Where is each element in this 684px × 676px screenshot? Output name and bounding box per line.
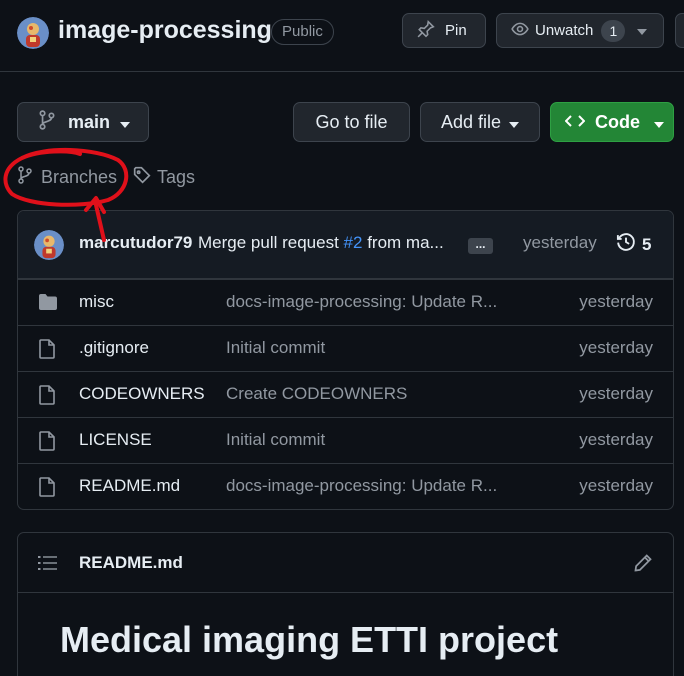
latest-commit-bar: marcutudor79 Merge pull request #2 from … — [18, 211, 673, 279]
readme-header: README.md — [18, 533, 673, 593]
commit-message-prefix: Merge pull request — [198, 233, 339, 252]
readme-title[interactable]: README.md — [79, 553, 183, 573]
unwatch-label: Unwatch — [535, 22, 594, 39]
file-icon — [38, 431, 56, 456]
commit-message-suffix: from ma... — [367, 233, 444, 252]
file-commit-message[interactable]: Create CODEOWNERS — [226, 384, 407, 404]
eye-icon — [511, 20, 529, 42]
file-name[interactable]: .gitignore — [79, 338, 149, 358]
watch-count: 1 — [601, 19, 626, 42]
file-icon — [38, 385, 56, 410]
tags-label: Tags — [157, 166, 196, 187]
branches-label: Branches — [41, 166, 118, 187]
file-commit-message[interactable]: docs-image-processing: Update R... — [226, 476, 497, 496]
file-icon — [38, 477, 56, 502]
author-avatar[interactable] — [34, 230, 64, 260]
folder-icon — [38, 293, 58, 316]
file-list: marcutudor79 Merge pull request #2 from … — [17, 210, 674, 510]
git-branch-icon — [38, 109, 56, 135]
tags-link[interactable]: Tags — [133, 164, 195, 190]
pull-request-link[interactable]: #2 — [344, 233, 363, 252]
file-name[interactable]: CODEOWNERS — [79, 384, 205, 404]
file-row-codeowners[interactable]: CODEOWNERS Create CODEOWNERS yesterday — [18, 371, 673, 417]
add-file-label: Add file — [440, 111, 502, 132]
code-label: Code — [595, 111, 640, 132]
file-commit-message[interactable]: Initial commit — [226, 430, 325, 450]
chevron-down-icon — [509, 112, 520, 133]
add-file-button[interactable]: Add file — [420, 102, 540, 142]
readme-panel: README.md Medical imaging ETTI project — [17, 532, 674, 676]
commit-message[interactable]: Merge pull request #2 from ma... — [198, 233, 444, 253]
code-icon — [564, 112, 586, 133]
file-icon — [38, 339, 56, 364]
commit-history-link[interactable]: 5 — [616, 232, 651, 257]
branch-selector-button[interactable]: main — [17, 102, 149, 142]
unwatch-button[interactable]: Unwatch 1 — [496, 13, 664, 48]
file-name[interactable]: LICENSE — [79, 430, 152, 450]
file-commit-time: yesterday — [579, 430, 653, 449]
file-name[interactable]: misc — [79, 292, 114, 312]
readme-heading: Medical imaging ETTI project — [60, 619, 559, 660]
repo-header: image-processing Public Pin Unwatch 1 — [0, 0, 684, 72]
file-commit-time: yesterday — [579, 384, 653, 403]
repo-name-link[interactable]: image-processing — [58, 16, 272, 45]
tag-icon — [133, 166, 151, 189]
star-button[interactable] — [675, 13, 684, 48]
file-commit-time: yesterday — [579, 338, 653, 357]
commit-count: 5 — [642, 234, 652, 254]
pencil-icon[interactable] — [633, 553, 653, 578]
file-name[interactable]: README.md — [79, 476, 180, 496]
pin-icon — [417, 19, 435, 42]
pin-label: Pin — [445, 22, 467, 39]
file-row-misc[interactable]: misc docs-image-processing: Update R... … — [18, 279, 673, 325]
branch-name: main — [68, 111, 111, 132]
chevron-down-icon — [654, 112, 664, 133]
file-row-readme[interactable]: README.md docs-image-processing: Update … — [18, 463, 673, 509]
file-commit-time: yesterday — [579, 292, 653, 311]
visibility-badge: Public — [271, 19, 334, 45]
file-commit-message[interactable]: Initial commit — [226, 338, 325, 358]
file-row-license[interactable]: LICENSE Initial commit yesterday — [18, 417, 673, 463]
repo-page: image-processing Public Pin Unwatch 1 ma… — [0, 0, 684, 676]
file-row-gitignore[interactable]: .gitignore Initial commit yesterday — [18, 325, 673, 371]
git-branch-icon — [17, 165, 33, 190]
file-commit-time: yesterday — [579, 476, 653, 495]
file-commit-message[interactable]: docs-image-processing: Update R... — [226, 292, 497, 312]
commit-author-link[interactable]: marcutudor79 — [79, 233, 192, 253]
chevron-down-icon — [120, 112, 131, 133]
owner-avatar[interactable] — [17, 17, 49, 49]
code-button[interactable]: Code — [550, 102, 674, 142]
pin-button[interactable]: Pin — [402, 13, 486, 48]
list-unordered-icon[interactable] — [38, 555, 58, 576]
go-to-file-button[interactable]: Go to file — [293, 102, 410, 142]
chevron-down-icon[interactable] — [637, 22, 648, 39]
branches-link[interactable]: Branches — [17, 164, 117, 190]
history-icon — [616, 232, 636, 257]
commit-time: yesterday — [523, 233, 597, 252]
expand-commit-button[interactable]: ... — [468, 238, 493, 254]
